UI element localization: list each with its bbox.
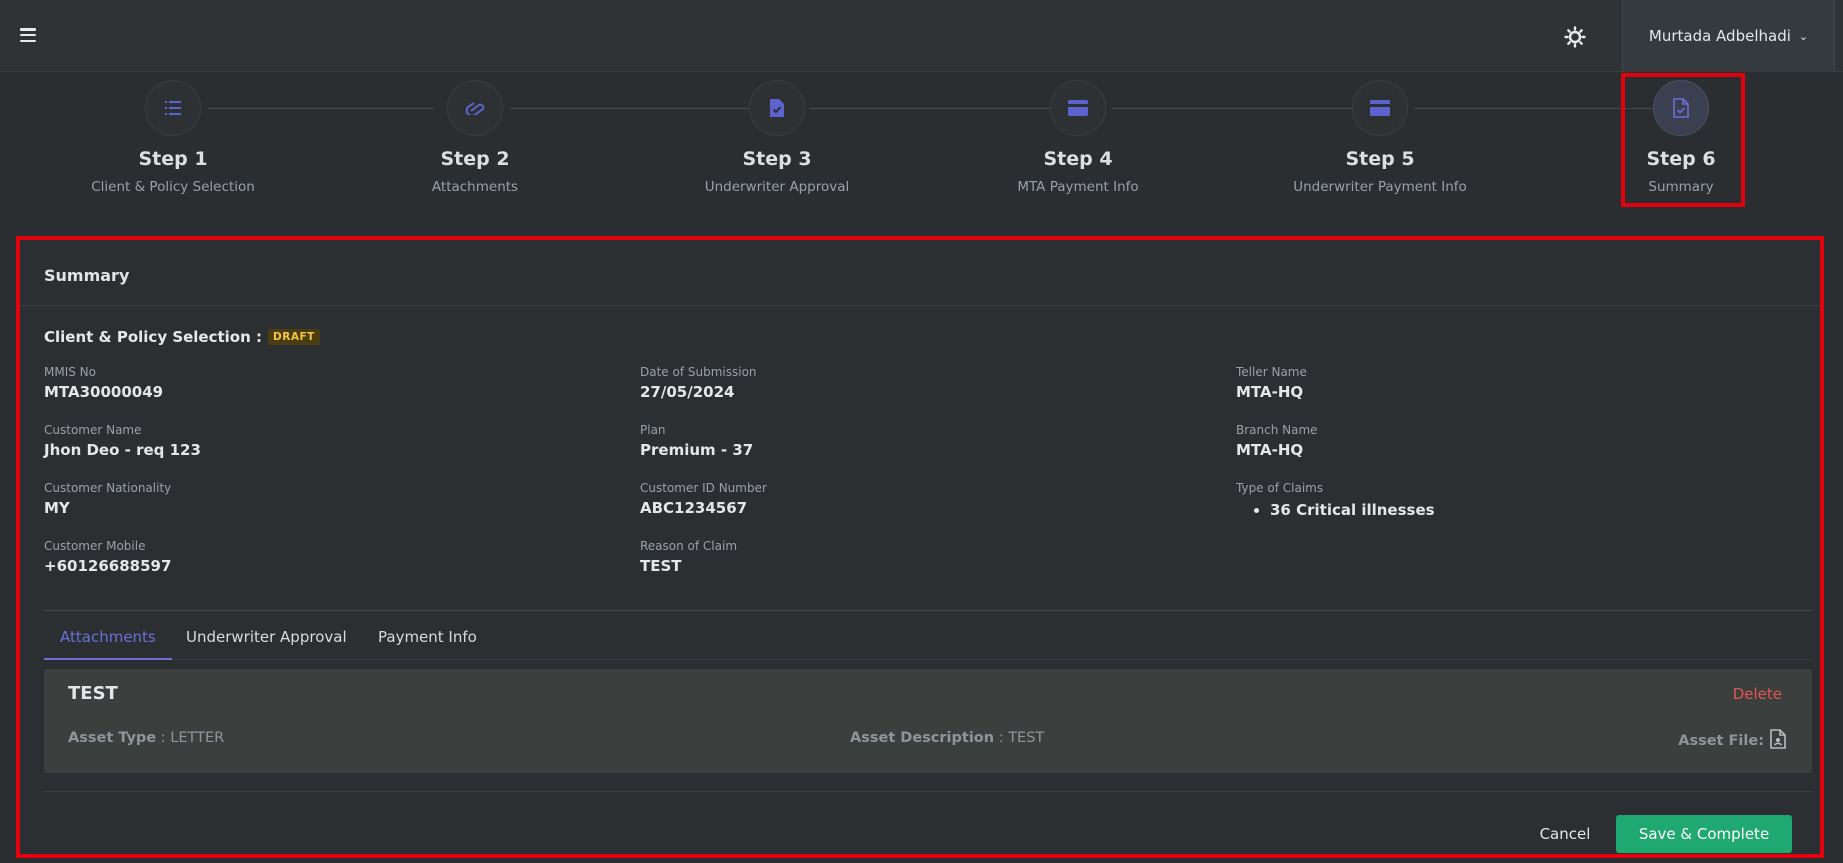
asset-file-label: Asset File:: [1678, 733, 1764, 749]
step-1[interactable]: Step 1 Client & Policy Selection: [53, 80, 293, 195]
field-branch-name: Branch Name MTA-HQ: [1236, 423, 1318, 459]
field-customer-name: Customer Name Jhon Deo - req 123: [44, 423, 201, 459]
list-icon: [145, 80, 201, 136]
field-label: Customer Mobile: [44, 539, 146, 553]
asset-type-value: : LETTER: [160, 730, 225, 746]
step-subtitle: Underwriter Approval: [704, 179, 850, 195]
field-value: MTA-HQ: [1236, 383, 1304, 401]
step-5[interactable]: Step 5 Underwriter Payment Info: [1260, 80, 1500, 195]
field-label: Branch Name: [1236, 423, 1318, 437]
asset-type-label: Asset Type: [68, 730, 157, 746]
step-3[interactable]: Step 3 Underwriter Approval: [657, 80, 897, 195]
field-value: Jhon Deo - req 123: [44, 441, 201, 459]
field-customer-mobile: Customer Mobile +60126688597: [44, 539, 171, 575]
field-plan: Plan Premium - 37: [640, 423, 753, 459]
asset-description-value: : TEST: [998, 730, 1045, 746]
claims-list: 36 Critical illnesses: [1236, 501, 1435, 519]
card-title: Summary: [20, 240, 1820, 306]
step-title: Step 5: [1345, 148, 1415, 170]
field-type-of-claims: Type of Claims 36 Critical illnesses: [1236, 481, 1435, 519]
delete-button[interactable]: Delete: [1733, 685, 1782, 703]
field-value: Premium - 37: [640, 441, 754, 459]
field-value: MY: [44, 499, 70, 517]
chevron-down-icon: ⌄: [1798, 29, 1809, 43]
step-subtitle: Attachments: [431, 179, 519, 195]
attachment-title: TEST: [68, 683, 118, 704]
field-label: Plan: [640, 423, 666, 437]
credit-card-icon: [1050, 80, 1106, 136]
field-label: Customer ID Number: [640, 481, 767, 495]
save-complete-button[interactable]: Save & Complete: [1616, 815, 1792, 853]
field-label: Teller Name: [1236, 365, 1307, 379]
top-bar: Murtada Adbelhadi ⌄: [0, 0, 1843, 72]
step-title: Step 3: [742, 148, 812, 170]
tab-bar: Attachments Underwriter Approval Payment…: [44, 628, 1812, 660]
highlight-box: [1621, 73, 1745, 207]
field-label: Type of Claims: [1236, 481, 1324, 495]
section-title-text: Client & Policy Selection :: [44, 328, 263, 346]
asset-file: Asset File:: [1678, 729, 1786, 753]
attachment-item: TEST Delete Asset Type : LETTER Asset De…: [44, 669, 1812, 773]
field-value: MTA30000049: [44, 383, 164, 401]
divider: [44, 610, 1812, 611]
sun-icon[interactable]: [1564, 26, 1586, 48]
step-subtitle: MTA Payment Info: [1017, 179, 1139, 195]
field-value: ABC1234567: [640, 499, 748, 517]
field-label: MMIS No: [44, 365, 96, 379]
field-value: TEST: [640, 557, 682, 575]
file-icon[interactable]: [1770, 729, 1786, 753]
step-4[interactable]: Step 4 MTA Payment Info: [958, 80, 1198, 195]
summary-card: Summary Client & Policy Selection : DRAF…: [16, 236, 1824, 858]
field-customer-id-number: Customer ID Number ABC1234567: [640, 481, 767, 517]
asset-description: Asset Description : TEST: [850, 730, 1044, 746]
asset-type: Asset Type : LETTER: [68, 730, 224, 746]
field-value: MTA-HQ: [1236, 441, 1304, 459]
step-title: Step 4: [1043, 148, 1113, 170]
asset-description-label: Asset Description: [850, 730, 995, 746]
user-menu[interactable]: Murtada Adbelhadi ⌄: [1622, 0, 1835, 72]
paperclip-icon: [447, 80, 503, 136]
list-item: 36 Critical illnesses: [1270, 501, 1435, 519]
step-subtitle: Client & Policy Selection: [91, 179, 255, 195]
field-value: 27/05/2024: [640, 383, 735, 401]
file-check-icon: [749, 80, 805, 136]
credit-card-icon: [1352, 80, 1408, 136]
cancel-button[interactable]: Cancel: [1520, 815, 1610, 853]
step-subtitle: Underwriter Payment Info: [1293, 179, 1467, 195]
field-date-of-submission: Date of Submission 27/05/2024: [640, 365, 757, 401]
user-name: Murtada Adbelhadi: [1648, 27, 1791, 45]
divider: [44, 791, 1812, 792]
section-title: Client & Policy Selection : DRAFT: [44, 328, 320, 346]
field-reason-of-claim: Reason of Claim TEST: [640, 539, 737, 575]
step-title: Step 2: [440, 148, 510, 170]
step-2[interactable]: Step 2 Attachments: [355, 80, 595, 195]
tab-payment-info[interactable]: Payment Info: [362, 628, 493, 660]
tab-attachments[interactable]: Attachments: [44, 628, 172, 660]
field-label: Customer Nationality: [44, 481, 172, 495]
field-value: +60126688597: [44, 557, 172, 575]
stepper: Step 1 Client & Policy Selection Step 2 …: [0, 80, 1843, 205]
field-mmis-no: MMIS No MTA30000049: [44, 365, 163, 401]
field-label: Reason of Claim: [640, 539, 738, 553]
field-customer-nationality: Customer Nationality MY: [44, 481, 171, 517]
field-label: Date of Submission: [640, 365, 757, 379]
field-teller-name: Teller Name MTA-HQ: [1236, 365, 1307, 401]
status-badge: DRAFT: [268, 329, 320, 345]
menu-icon[interactable]: [20, 28, 36, 42]
step-title: Step 1: [138, 148, 208, 170]
field-label: Customer Name: [44, 423, 142, 437]
tab-underwriter-approval[interactable]: Underwriter Approval: [170, 628, 363, 660]
